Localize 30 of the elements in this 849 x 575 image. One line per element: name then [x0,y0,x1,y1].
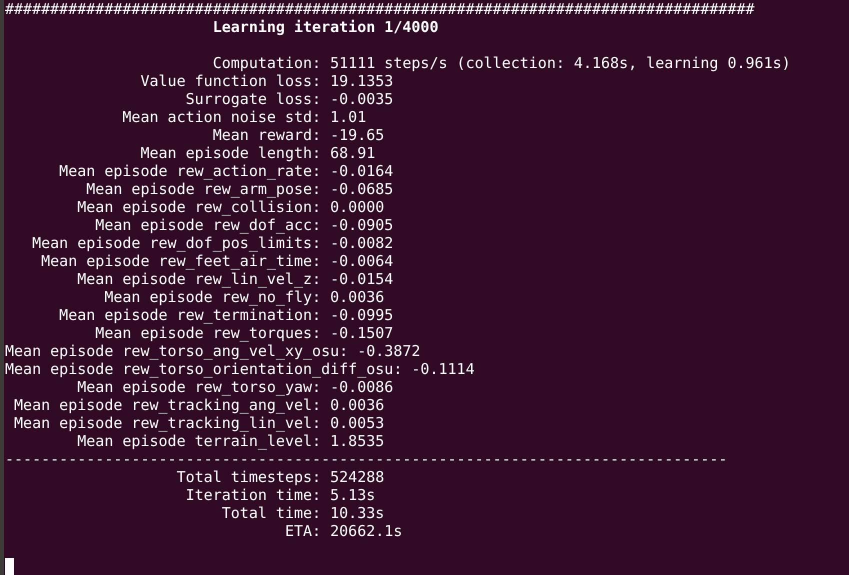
log-line: Mean episode rew_arm_pose: -0.0685 [86,180,394,198]
log-line: Mean episode rew_dof_pos_limits: -0.0082 [32,234,394,252]
log-line: Total timesteps: 524288 [176,468,384,486]
log-line: Mean reward: -19.65 [212,126,384,144]
hash-rule: ################################################################################### [5,0,755,18]
log-line: Mean episode rew_action_rate: -0.0164 [59,162,394,180]
log-line: Mean action noise std: 1.01 [122,108,366,126]
log-line: Mean episode rew_termination: -0.0995 [59,306,394,324]
log-line: Mean episode rew_feet_air_time: -0.0064 [41,252,394,270]
log-line: Mean episode rew_tracking_ang_vel: 0.0036 [14,396,384,414]
log-line: Mean episode rew_collision: 0.0000 [77,198,384,216]
dash-rule: -------------------------------------------------------------------------------- [5,450,728,468]
log-line: Mean episode terrain_level: 1.8535 [77,432,384,450]
log-line: Total time: 10.33s [222,504,384,522]
log-line: Value function loss: 19.1353 [140,72,394,90]
log-line: Mean episode rew_no_fly: 0.0036 [104,288,384,306]
log-line: Mean episode rew_torso_ang_vel_xy_osu: -0.3872 [5,342,420,360]
log-line: Surrogate loss: -0.0035 [186,90,394,108]
log-line: Mean episode rew_lin_vel_z: -0.0154 [77,270,394,288]
log-line: Mean episode rew_dof_acc: -0.0905 [95,216,394,234]
log-line: Mean episode rew_torso_yaw: -0.0086 [77,378,394,396]
log-line: Iteration time: 5.13s [186,486,376,504]
iteration-title: Learning iteration 1/4000 [212,18,438,36]
log-line: Mean episode length: 68.91 [140,144,376,162]
log-line: Mean episode rew_tracking_lin_vel: 0.0053 [14,414,384,432]
log-line: Mean episode rew_torso_orientation_diff_osu: -0.1114 [5,360,475,378]
text-cursor [5,558,14,575]
log-line: ETA: 20662.1s [284,522,402,540]
log-line: Computation: 51111 steps/s (collection: 4.168s, learning 0.961s) [212,54,791,72]
log-line: Mean episode rew_torques: -0.1507 [95,324,394,342]
